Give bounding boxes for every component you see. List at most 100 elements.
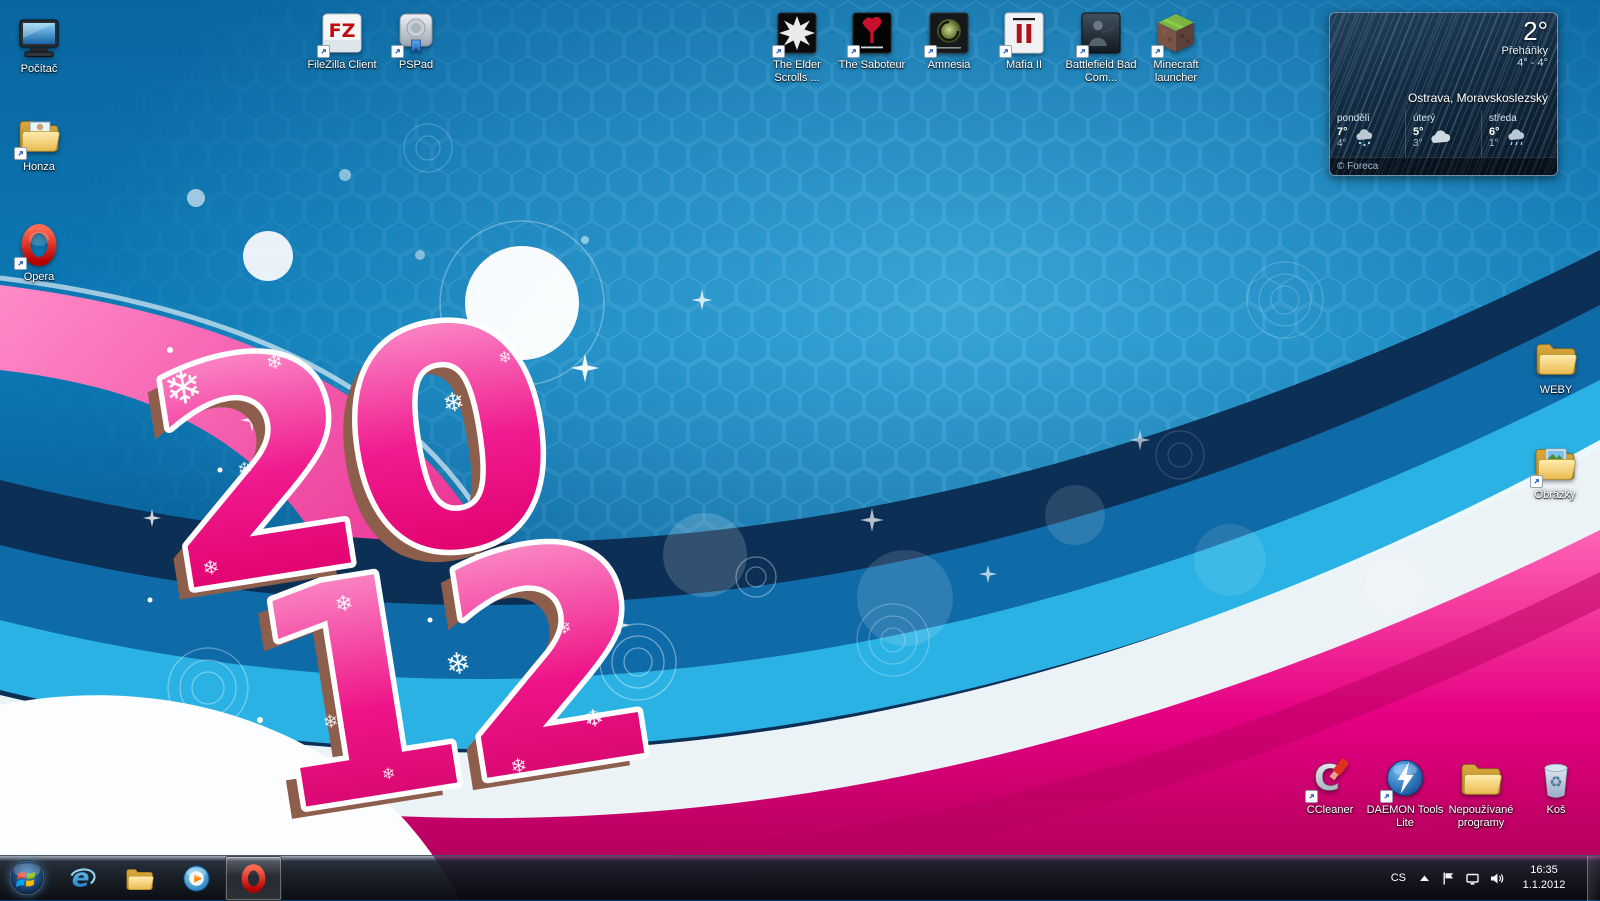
speaker-icon: [1489, 871, 1504, 886]
action-center-button[interactable]: [1441, 871, 1456, 886]
desktop-icon-daemon-tools[interactable]: DAEMON Tools Lite: [1366, 755, 1444, 830]
internet-explorer-icon: e: [67, 863, 98, 894]
saboteur-icon: [849, 10, 895, 56]
snow-shower-icon: [1353, 128, 1377, 148]
desktop-icon-mafia2[interactable]: II Mafia II: [985, 10, 1063, 72]
shortcut-arrow-icon: [1380, 790, 1393, 803]
folder-icon: [1533, 335, 1579, 381]
desktop-icon-label: WEBY: [1517, 384, 1595, 397]
media-player-icon: [181, 863, 212, 894]
chevron-up-icon: [1417, 871, 1432, 886]
clock-date: 1.1.2012: [1516, 878, 1572, 893]
amnesia-icon: [926, 10, 972, 56]
flag-icon: [1441, 871, 1456, 886]
taskbar: e CS: [0, 855, 1600, 900]
desktop-icon-filezilla[interactable]: FZ FileZilla Client: [303, 10, 381, 72]
desktop-icon-opera[interactable]: Opera: [0, 222, 78, 284]
shortcut-arrow-icon: [1076, 45, 1089, 58]
desktop-icon-amnesia[interactable]: Amnesia: [910, 10, 988, 72]
desktop-icon-label: Amnesia: [910, 59, 988, 72]
minecraft-icon: [1153, 10, 1199, 56]
desktop-icon-label: The Elder Scrolls ...: [758, 59, 836, 85]
desktop-icon-weby[interactable]: WEBY: [1517, 335, 1595, 397]
network-icon: [1465, 871, 1480, 886]
desktop-icon-minecraft[interactable]: Minecraft launcher: [1137, 10, 1215, 85]
desktop-icon-saboteur[interactable]: The Saboteur: [833, 10, 911, 72]
svg-text:♻: ♻: [1549, 773, 1562, 791]
svg-text:FZ: FZ: [329, 20, 356, 42]
desktop-icon-label: FileZilla Client: [303, 59, 381, 72]
desktop-icon-recycle-b in[interactable]: ♻ Koš: [1517, 755, 1595, 817]
desktop-icon-label: Nepoužívané programy: [1442, 804, 1520, 830]
desktop-icon-label: Opera: [0, 271, 78, 284]
volume-button[interactable]: [1489, 871, 1504, 886]
desktop-icon-label: The Saboteur: [833, 59, 911, 72]
taskbar-button-opera[interactable]: [225, 856, 282, 901]
desktop: 20 12 20 12 ❄ ❄ ❄ ❄ ❄ ❄ ❄ ❄ ❄ ❄ ❄ ❄ ❄: [0, 0, 1600, 900]
pictures-folder-icon: [1532, 440, 1578, 486]
forecast-day: úterý 5° 3°: [1405, 110, 1481, 157]
desktop-icon-label: Mafia II: [985, 59, 1063, 72]
forecast-day: pondělí 7° 4°: [1330, 110, 1405, 157]
system-tray: CS 16:35 1.1.2012: [1389, 856, 1600, 900]
desktop-icon-pspad[interactable]: PSPad: [377, 10, 455, 72]
recycle-bin-icon: ♻: [1533, 755, 1579, 801]
desktop-icon-label: DAEMON Tools Lite: [1366, 804, 1444, 830]
desktop-icon-ccleaner[interactable]: C CCleaner: [1291, 755, 1369, 817]
opera-icon: [238, 863, 269, 894]
shortcut-arrow-icon: [14, 147, 27, 160]
desktop-icon-elder-scrolls[interactable]: The Elder Scrolls ...: [758, 10, 836, 85]
shortcut-arrow-icon: [847, 45, 860, 58]
daemon-tools-icon: [1382, 755, 1428, 801]
show-hidden-icons-button[interactable]: [1417, 871, 1432, 886]
cloud-icon: [1429, 128, 1453, 148]
shortcut-arrow-icon: [999, 45, 1012, 58]
taskbar-button-internet-explorer[interactable]: e: [54, 856, 111, 901]
desktop-icon-label: Obrázky: [1516, 489, 1594, 502]
shortcut-arrow-icon: [391, 45, 404, 58]
mafia2-icon: II: [1001, 10, 1047, 56]
filezilla-icon: FZ: [319, 10, 365, 56]
battlefield-icon: [1078, 10, 1124, 56]
start-button[interactable]: [0, 856, 54, 901]
desktop-icon-label: Koš: [1517, 804, 1595, 817]
desktop-icon-label: Honza: [0, 161, 78, 174]
desktop-icon-battlefield[interactable]: Battlefield Bad Com...: [1062, 10, 1140, 85]
clock[interactable]: 16:35 1.1.2012: [1516, 863, 1572, 894]
shortcut-arrow-icon: [1151, 45, 1164, 58]
language-indicator[interactable]: CS: [1389, 868, 1408, 888]
shortcut-arrow-icon: [1530, 475, 1543, 488]
weather-location: Ostrava, Moravskoslezský: [1336, 91, 1548, 105]
desktop-icon-obrazky[interactable]: Obrázky: [1516, 440, 1594, 502]
taskbar-button-media-player[interactable]: [168, 856, 225, 901]
ccleaner-icon: C: [1307, 755, 1353, 801]
shortcut-arrow-icon: [924, 45, 937, 58]
weather-condition: Přeháňky: [1502, 45, 1548, 57]
skyrim-icon: [774, 10, 820, 56]
svg-text:II: II: [1014, 20, 1033, 50]
weather-forecast: pondělí 7° 4° úterý 5°: [1330, 110, 1557, 157]
desktop-icon-unused-programs[interactable]: Nepoužívané programy: [1442, 755, 1520, 830]
shortcut-arrow-icon: [772, 45, 785, 58]
shortcut-arrow-icon: [14, 257, 27, 270]
desktop-icon-label: Battlefield Bad Com...: [1062, 59, 1140, 85]
show-desktop-button[interactable]: [1587, 856, 1600, 901]
taskbar-button-explorer[interactable]: [111, 856, 168, 901]
shortcut-arrow-icon: [1305, 790, 1318, 803]
desktop-icon-label: PSPad: [377, 59, 455, 72]
opera-icon: [16, 222, 62, 268]
current-temperature: 2°: [1502, 18, 1548, 45]
clock-time: 16:35: [1516, 863, 1572, 878]
weather-gadget[interactable]: 2° Přeháňky 4° - 4° Ostrava, Moravskosle…: [1329, 12, 1558, 176]
network-button[interactable]: [1465, 871, 1480, 886]
computer-icon: [16, 14, 62, 60]
desktop-icon-label: CCleaner: [1291, 804, 1369, 817]
temperature-range: 4° - 4°: [1502, 57, 1548, 69]
svg-text:❄: ❄: [441, 387, 467, 420]
folder-icon: [124, 863, 155, 894]
user-folder-icon: [16, 112, 62, 158]
desktop-icon-honza[interactable]: Honza: [0, 112, 78, 174]
desktop-icon-computer[interactable]: Počítač: [0, 14, 78, 76]
weather-current: 2° Přeháňky 4° - 4°: [1502, 18, 1548, 69]
desktop-icon-label: Počítač: [0, 63, 78, 76]
